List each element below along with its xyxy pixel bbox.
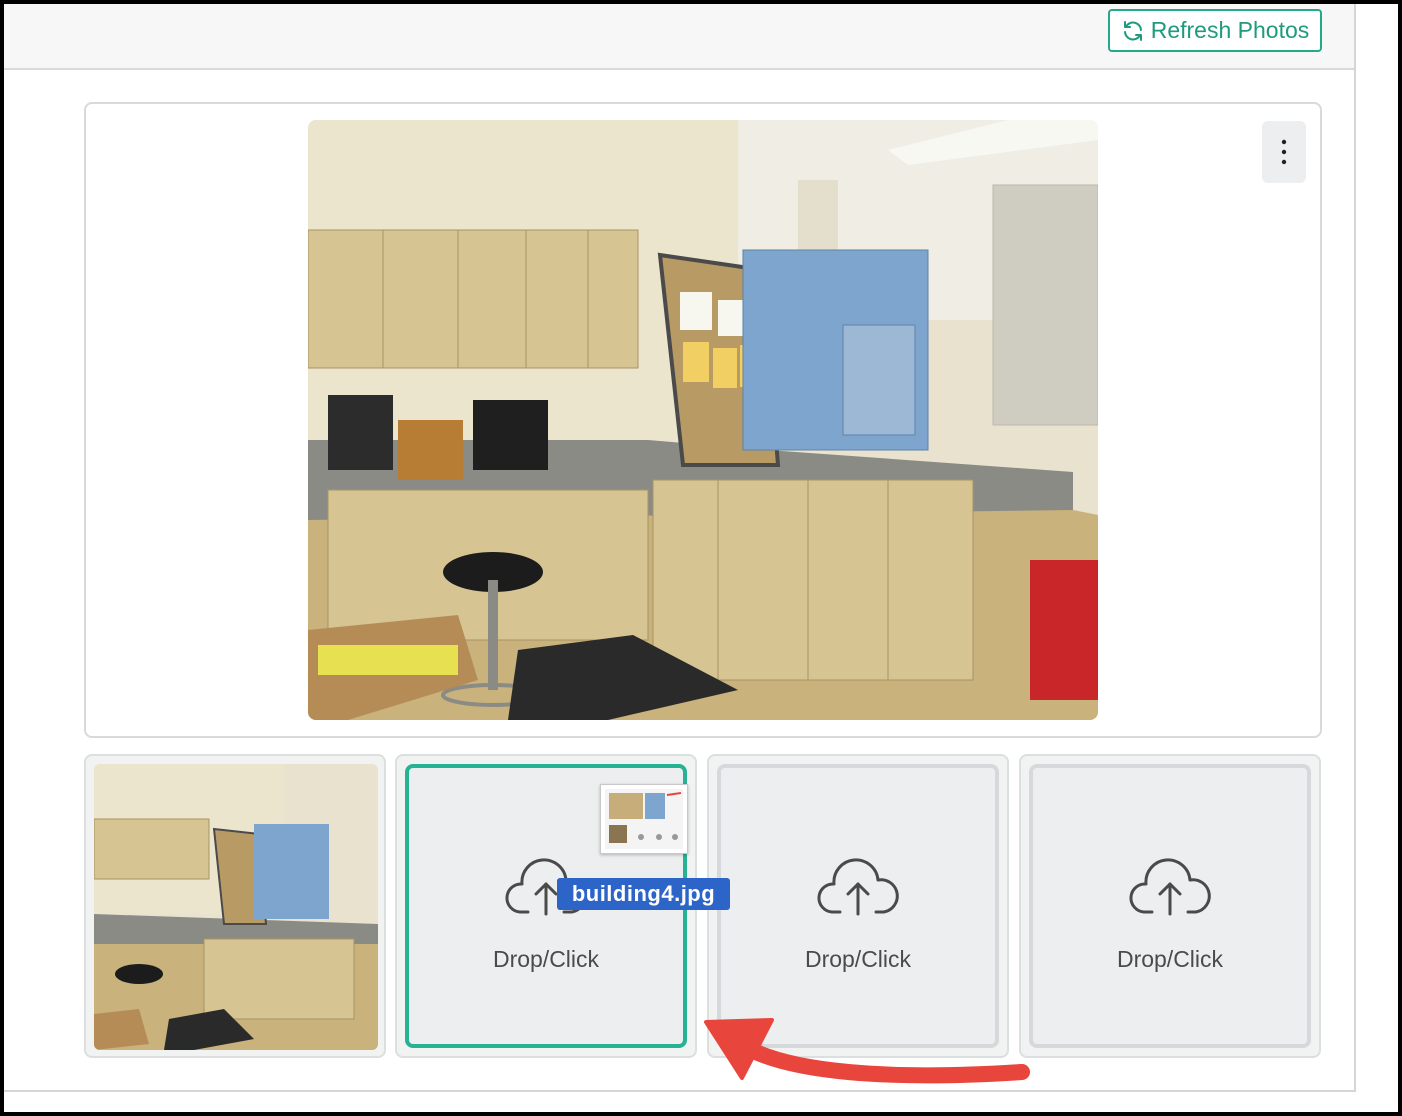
file-thumbnail-icon: [605, 789, 683, 849]
drop-click-label: Drop/Click: [492, 945, 600, 972]
drop-click-label: Drop/Click: [1116, 945, 1224, 972]
more-options-button[interactable]: [1262, 121, 1306, 183]
lab-room-thumbnail: [94, 764, 378, 1050]
photo-slot-3[interactable]: Drop/Click: [707, 754, 1009, 1058]
refresh-icon: [1123, 20, 1142, 41]
photo-slot-4[interactable]: Drop/Click: [1019, 754, 1321, 1058]
cloud-upload-icon: [817, 857, 899, 915]
panel-right-border: [1354, 4, 1356, 1092]
drag-filename-label: building4.jpg: [557, 878, 730, 910]
drop-zone[interactable]: Drop/Click: [1029, 764, 1311, 1048]
photo-slot-1[interactable]: [84, 754, 386, 1058]
lab-room-photo: [308, 120, 1098, 720]
drag-file-preview: [600, 784, 688, 854]
main-photo[interactable]: [308, 120, 1098, 720]
main-photo-card: [84, 102, 1322, 738]
drop-click-label: Drop/Click: [804, 945, 912, 972]
kebab-menu-icon: [1281, 139, 1287, 165]
refresh-photos-label: Refresh Photos: [1150, 17, 1310, 43]
cloud-upload-icon: [1129, 857, 1211, 915]
photo-thumbnail[interactable]: [94, 764, 378, 1050]
refresh-photos-button[interactable]: Refresh Photos: [1108, 9, 1322, 52]
panel-bottom-border: [4, 1090, 1356, 1092]
drop-zone[interactable]: Drop/Click: [717, 764, 999, 1048]
